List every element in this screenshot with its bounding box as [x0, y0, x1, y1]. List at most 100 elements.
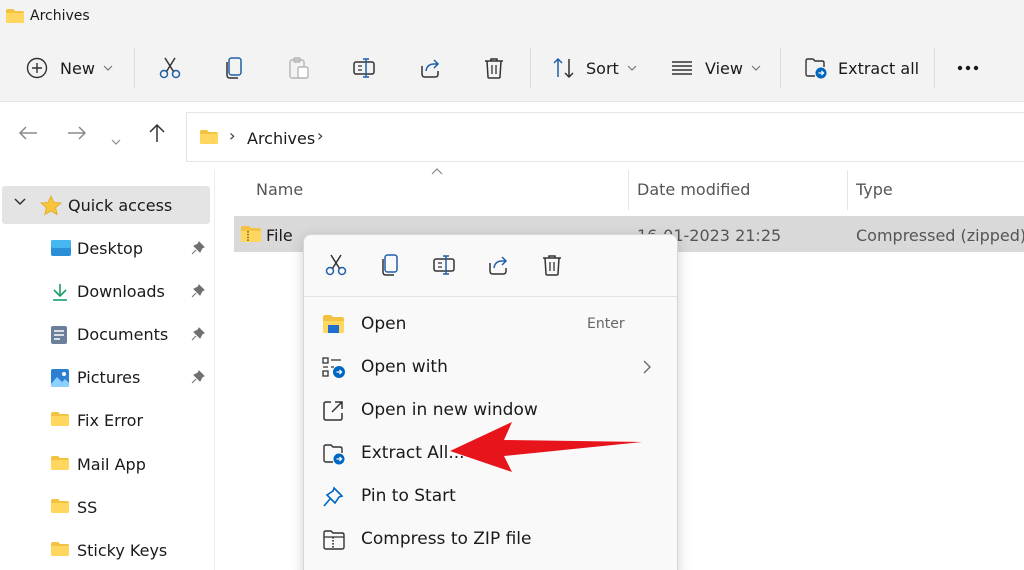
- quick-access-label: Quick access: [68, 196, 173, 215]
- navigation-bar: › Archives ›: [0, 103, 1024, 169]
- sidebar-item-sticky-keys[interactable]: Sticky Keys: [0, 531, 215, 570]
- more-options-button[interactable]: [957, 34, 979, 102]
- sidebar-item-ss[interactable]: SS: [0, 488, 215, 528]
- recent-locations-button[interactable]: [111, 130, 121, 149]
- toolbar-divider: [934, 48, 935, 88]
- rename-button[interactable]: [352, 34, 378, 102]
- context-quick-actions: [304, 235, 677, 297]
- menu-item-label: Pin to Start: [361, 486, 456, 506]
- extract-folder-icon: [323, 444, 345, 465]
- view-button[interactable]: View: [671, 34, 761, 102]
- pin-icon[interactable]: [191, 370, 205, 384]
- pin-icon[interactable]: [191, 284, 205, 298]
- folder-icon: [5, 8, 25, 28]
- up-button[interactable]: [148, 123, 166, 147]
- trash-icon: [485, 58, 503, 79]
- menu-item-label: Open with: [361, 357, 448, 377]
- back-button[interactable]: [18, 125, 38, 145]
- paste-button[interactable]: [288, 34, 310, 102]
- menu-item-pin-to-start[interactable]: Pin to Start: [304, 475, 677, 518]
- folder-icon: [51, 542, 69, 556]
- column-header-type[interactable]: Type: [856, 180, 893, 199]
- menu-item-compress-to-zip[interactable]: Compress to ZIP file: [304, 518, 677, 561]
- menu-item-open[interactable]: Open Enter: [304, 303, 677, 346]
- pin-icon[interactable]: [191, 241, 205, 255]
- command-bar: New Sort View Extract all: [0, 34, 1024, 102]
- sidebar-item-desktop[interactable]: Desktop: [0, 229, 215, 269]
- title-bar: Archives: [0, 0, 1024, 34]
- delete-button[interactable]: [483, 34, 505, 102]
- download-icon: [53, 284, 67, 301]
- zip-compress-icon: [323, 530, 345, 550]
- sidebar-item-label: Documents: [77, 325, 169, 344]
- breadcrumb-chevron-icon[interactable]: ›: [317, 126, 323, 145]
- context-cut-button[interactable]: [324, 253, 348, 281]
- zip-folder-icon: [241, 226, 261, 242]
- window-title: Archives: [30, 8, 90, 24]
- folder-icon: [199, 129, 219, 149]
- chevron-down-icon: [103, 65, 113, 71]
- folder-icon: [51, 412, 69, 426]
- sidebar-item-label: Sticky Keys: [77, 541, 168, 560]
- breadcrumb-chevron-icon[interactable]: ›: [229, 126, 235, 145]
- star-icon: [40, 195, 62, 216]
- sidebar-item-label: SS: [77, 498, 98, 517]
- extract-all-button[interactable]: Extract all: [804, 34, 919, 102]
- trash-icon: [543, 255, 561, 276]
- documents-icon: [51, 326, 67, 344]
- quick-access-item[interactable]: Quick access: [2, 186, 210, 224]
- view-label: View: [705, 58, 743, 78]
- sort-ascending-caret-icon: [431, 168, 443, 175]
- chevron-down-icon: [14, 198, 26, 206]
- sidebar-item-documents[interactable]: Documents: [0, 315, 215, 355]
- open-with-icon: [322, 357, 345, 378]
- toolbar-divider: [780, 48, 781, 88]
- arrow-right-icon: [68, 126, 87, 140]
- chevron-down-icon: [111, 139, 121, 145]
- sidebar-item-label: Desktop: [77, 239, 143, 258]
- column-divider[interactable]: [847, 170, 848, 210]
- sort-button[interactable]: Sort: [552, 34, 637, 102]
- rename-icon: [353, 58, 375, 78]
- scissors-icon: [159, 57, 181, 79]
- sidebar-item-label: Mail App: [77, 455, 146, 474]
- column-header-name[interactable]: Name: [256, 180, 303, 199]
- column-divider[interactable]: [628, 170, 629, 210]
- new-button[interactable]: New: [26, 34, 113, 102]
- chevron-down-icon: [627, 65, 637, 71]
- context-rename-button[interactable]: [432, 253, 458, 281]
- context-copy-button[interactable]: [380, 253, 402, 281]
- breadcrumb-archives[interactable]: Archives: [247, 129, 315, 148]
- plus-circle-icon: [26, 57, 48, 79]
- annotation-arrow-icon: [450, 422, 642, 472]
- cut-button[interactable]: [158, 34, 182, 102]
- context-delete-button[interactable]: [541, 253, 563, 281]
- new-label: New: [60, 58, 95, 78]
- scissors-icon: [325, 254, 347, 276]
- sidebar-item-mail-app[interactable]: Mail App: [0, 445, 215, 485]
- sort-label: Sort: [586, 58, 619, 78]
- sidebar-item-label: Pictures: [77, 368, 141, 387]
- sidebar-item-pictures[interactable]: Pictures: [0, 358, 215, 398]
- context-share-button[interactable]: [486, 253, 510, 281]
- address-bar[interactable]: › Archives ›: [186, 112, 1024, 162]
- rename-icon: [433, 255, 455, 275]
- chevron-right-icon: [643, 360, 651, 374]
- column-header-date-modified[interactable]: Date modified: [637, 180, 750, 199]
- sort-icon: [553, 57, 574, 79]
- paste-icon: [289, 57, 309, 79]
- forward-button[interactable]: [67, 125, 87, 145]
- folder-icon: [51, 456, 69, 470]
- sidebar-item-fix-error[interactable]: Fix Error: [0, 401, 215, 441]
- sidebar-item-downloads[interactable]: Downloads: [0, 272, 215, 312]
- context-menu: Open Enter Open with Open in new window …: [303, 234, 678, 570]
- pin-icon[interactable]: [191, 327, 205, 341]
- pin-icon: [323, 486, 344, 507]
- toolbar-divider: [134, 48, 135, 88]
- navigation-pane: Quick access Desktop Downloads Documents…: [0, 170, 215, 570]
- arrow-left-icon: [18, 126, 37, 140]
- share-button[interactable]: [418, 34, 442, 102]
- copy-button[interactable]: [224, 34, 246, 102]
- chevron-down-icon: [751, 65, 761, 71]
- menu-item-open-with[interactable]: Open with: [304, 346, 677, 389]
